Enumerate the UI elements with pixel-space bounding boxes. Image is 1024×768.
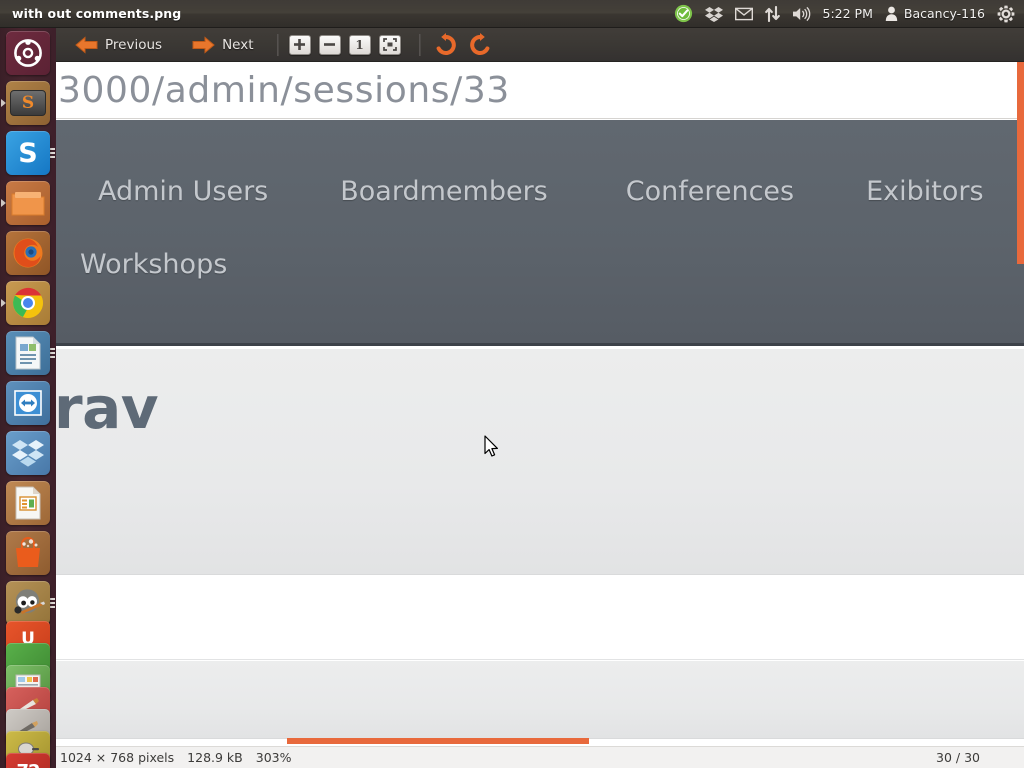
image-canvas[interactable]: 3000/admin/sessions/33 Admin Users Board… xyxy=(56,62,1024,746)
toolbar-separator xyxy=(276,33,278,56)
rotate-clockwise-button[interactable] xyxy=(463,31,497,59)
session-indicator[interactable]: Bacancy-116 xyxy=(885,0,985,28)
previous-button[interactable]: Previous xyxy=(66,29,171,61)
launcher-item-ubuntu-dash[interactable] xyxy=(0,28,56,78)
fit-to-window-button[interactable] xyxy=(375,32,405,58)
content-band-gray-2 xyxy=(56,661,1024,739)
nav-item-admin-users[interactable]: Admin Users xyxy=(98,176,268,207)
running-indicator-right xyxy=(50,598,55,608)
running-indicator-right xyxy=(50,148,55,158)
launcher-item-chrome[interactable] xyxy=(0,278,56,328)
chrome-icon xyxy=(13,287,43,318)
envelope-mail-icon[interactable] xyxy=(734,0,753,28)
viewed-page-vertical-scrollbar[interactable] xyxy=(1017,62,1024,264)
folder-icon xyxy=(11,192,45,216)
updates-available-check-icon[interactable] xyxy=(674,0,693,28)
viewed-page-horizontal-scrollbar[interactable] xyxy=(287,738,589,744)
unity-launcher: S S U xyxy=(0,28,56,768)
normal-size-button[interactable]: 1 xyxy=(345,32,375,58)
fit-to-window-icon xyxy=(378,34,401,55)
launcher-item-files[interactable] xyxy=(0,178,56,228)
clock[interactable]: 5:22 PM xyxy=(823,0,873,28)
zoom-out-minus-icon xyxy=(318,34,341,55)
image-dimensions-label: 1024 × 768 pixels xyxy=(60,750,175,765)
viewed-page-body: rav xyxy=(56,349,1024,746)
launcher-item-skype[interactable]: S xyxy=(0,128,56,178)
zoom-out-button[interactable] xyxy=(315,32,345,58)
shopping-bag-icon xyxy=(16,537,40,567)
nav-item-workshops[interactable]: Workshops xyxy=(80,249,227,280)
launcher-item-dropbox[interactable] xyxy=(0,428,56,478)
window-title: with out comments.png xyxy=(12,6,182,21)
rotate-counterclockwise-button[interactable] xyxy=(429,31,463,59)
viewer-statusbar: 1024 × 768 pixels 128.9 kB 303% 30 / 30 xyxy=(56,746,1024,768)
viewer-toolbar: Previous Next 1 xyxy=(56,28,1024,62)
url-text: 3000/admin/sessions/33 xyxy=(58,69,510,111)
zoom-in-plus-icon xyxy=(288,34,311,55)
content-band-white-1 xyxy=(56,575,1024,660)
nav-item-exibitors[interactable]: Exibitors xyxy=(866,176,983,207)
status-left-group: 1024 × 768 pixels 128.9 kB 303% xyxy=(60,750,292,765)
unity-top-panel: with out comments.png 5:22 PM Bacancy-11… xyxy=(0,0,1024,28)
launcher-item-libreoffice-impress[interactable] xyxy=(0,478,56,528)
hero-heading: rav xyxy=(56,374,159,442)
gear-settings-icon[interactable] xyxy=(997,0,1015,28)
image-position-label: 30 / 30 xyxy=(936,750,980,765)
nav-item-conferences[interactable]: Conferences xyxy=(626,176,794,207)
nav-row-secondary: Workshops xyxy=(56,249,1024,280)
desktop-screen: with out comments.png 5:22 PM Bacancy-11… xyxy=(0,0,1024,768)
launcher-item-stack-red-72[interactable]: 72 xyxy=(0,753,56,768)
rotate-counterclockwise-icon xyxy=(436,32,456,55)
normal-size-one-icon: 1 xyxy=(348,34,371,55)
presentation-icon xyxy=(15,486,41,520)
launcher-item-software-center[interactable] xyxy=(0,528,56,578)
image-filesize-label: 128.9 kB xyxy=(187,750,243,765)
system-tray: 5:22 PM Bacancy-116 xyxy=(674,0,1024,28)
launcher-item-firefox[interactable] xyxy=(0,228,56,278)
normal-size-label: 1 xyxy=(355,37,364,52)
dropbox-app-icon xyxy=(12,440,44,467)
next-label: Next xyxy=(222,36,254,53)
next-button[interactable]: Next xyxy=(183,29,262,61)
mouse-pointer-arrow xyxy=(484,435,499,462)
volume-speaker-icon[interactable] xyxy=(792,0,811,28)
username-label: Bacancy-116 xyxy=(903,6,985,21)
ubuntu-logo-icon xyxy=(14,39,42,67)
previous-label: Previous xyxy=(105,36,163,53)
toolbar-separator xyxy=(418,33,420,56)
content-band-hero: rav xyxy=(56,349,1024,575)
rotate-clockwise-icon xyxy=(469,32,489,55)
arrow-left-icon xyxy=(75,35,98,54)
firefox-icon xyxy=(13,238,43,268)
nav-row-primary: Admin Users Boardmembers Conferences Exi… xyxy=(56,176,1024,207)
launcher-item-teamviewer[interactable] xyxy=(0,378,56,428)
nav-item-boardmembers[interactable]: Boardmembers xyxy=(340,176,547,207)
image-zoom-label: 303% xyxy=(255,750,292,765)
network-up-down-arrows-icon[interactable] xyxy=(764,0,780,28)
document-icon xyxy=(15,336,41,370)
launcher-item-libreoffice-writer[interactable] xyxy=(0,328,56,378)
clock-label: 5:22 PM xyxy=(822,6,873,21)
viewed-site-navbar: Admin Users Boardmembers Conferences Exi… xyxy=(56,120,1024,346)
launcher-item-sublime-text[interactable]: S xyxy=(0,78,56,128)
dropbox-icon[interactable] xyxy=(704,0,723,28)
zoom-in-button[interactable] xyxy=(285,32,315,58)
running-indicator-right xyxy=(50,348,55,358)
gimp-wilber-icon xyxy=(14,589,45,614)
arrow-right-icon xyxy=(192,35,215,54)
teamviewer-icon xyxy=(14,390,42,416)
user-silhouette-icon xyxy=(885,6,898,21)
image-viewer-window: Previous Next 1 3000/admin/sessions/33 A… xyxy=(56,28,1024,768)
viewed-browser-urlbar: 3000/admin/sessions/33 xyxy=(56,62,1024,119)
